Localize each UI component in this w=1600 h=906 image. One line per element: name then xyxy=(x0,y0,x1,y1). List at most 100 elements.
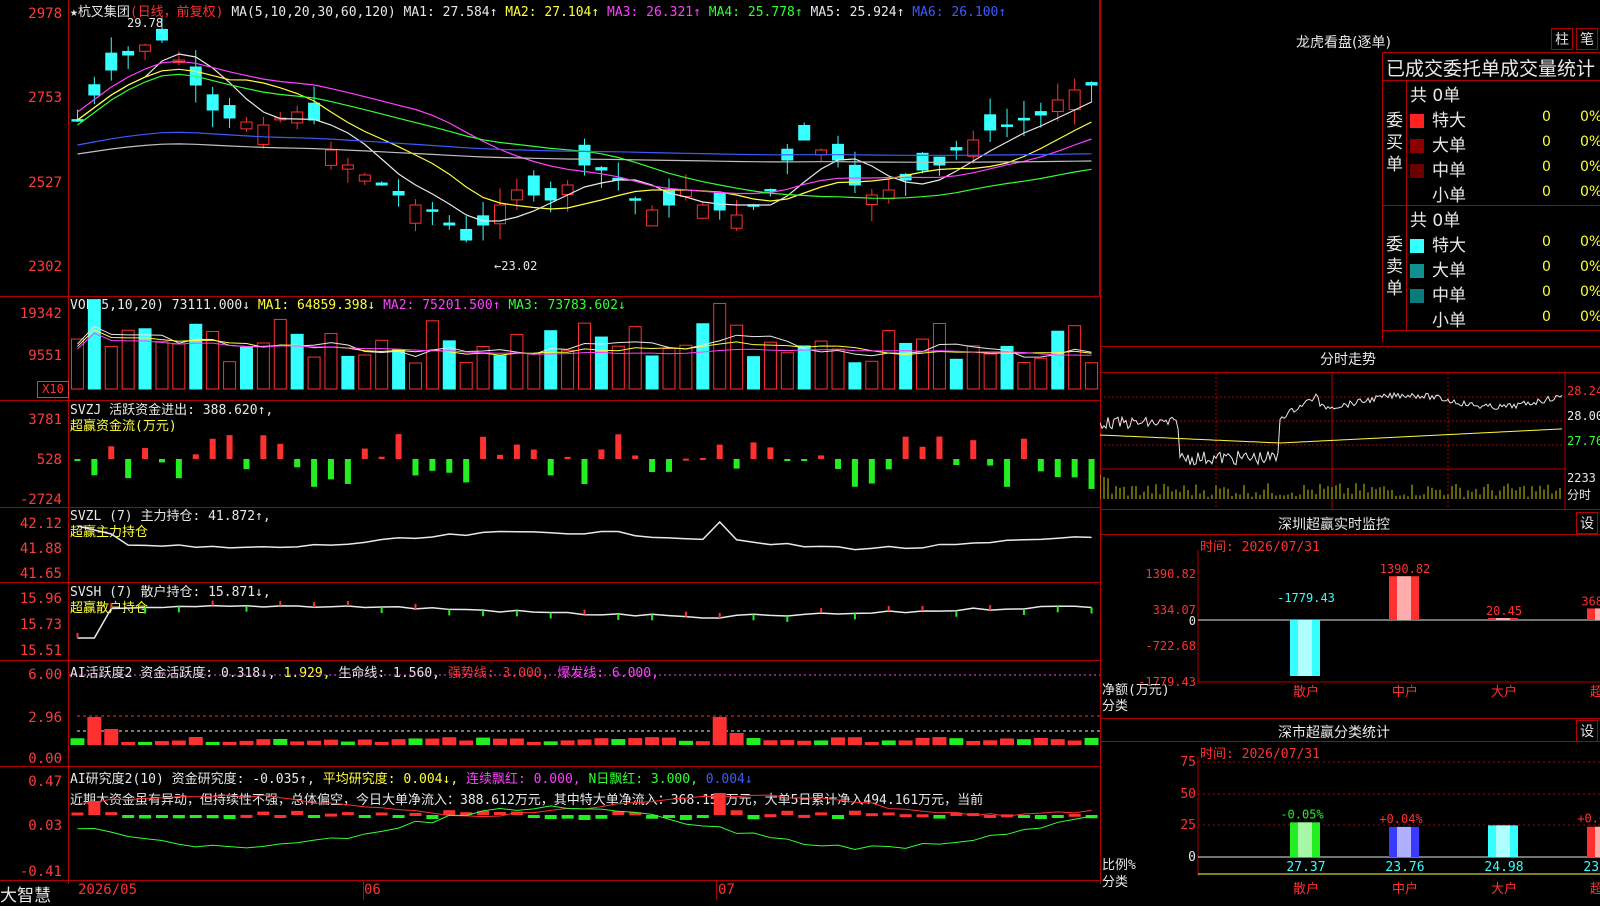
order-count: 0 xyxy=(1542,259,1551,275)
ratio-value: 23.89 xyxy=(1583,860,1600,875)
candlestick-chart[interactable]: 29.78 ←23.02 xyxy=(69,0,1100,296)
candle-body xyxy=(1068,89,1081,111)
sz-monitor-chart[interactable]: -1779.43 散户 1390.82 中户 20.45 大户 368.16 超大 1390.… xyxy=(1100,550,1600,718)
flow-bar xyxy=(378,456,385,459)
volume-bar xyxy=(713,302,727,390)
volume-bar xyxy=(459,361,473,390)
volume-bar xyxy=(341,355,355,390)
research-bar xyxy=(139,815,152,819)
research-bar xyxy=(578,815,591,820)
sz-side-label: 分类 xyxy=(1102,699,1128,714)
flow-bar xyxy=(632,455,639,459)
legend-swatch xyxy=(1410,264,1424,278)
svzj-chart[interactable] xyxy=(69,401,1100,507)
candle-body xyxy=(798,124,811,141)
sz-monitor-title: 深圳超赢实时监控 xyxy=(1278,517,1390,533)
candle-body xyxy=(865,194,878,206)
order-percent: 0% xyxy=(1580,109,1600,125)
activity-bar xyxy=(1084,737,1099,745)
candle-body xyxy=(950,147,963,151)
volume-bar xyxy=(780,352,794,390)
legend-swatch xyxy=(1410,139,1424,153)
sh-settings-button[interactable]: 设 xyxy=(1576,720,1598,742)
order-count: 0 xyxy=(1542,109,1551,125)
legend-swatch xyxy=(1410,314,1424,328)
activity-bar xyxy=(560,740,575,745)
volume-unit-badge: X10 xyxy=(37,381,69,398)
flow-bar xyxy=(1020,438,1027,459)
flow-bar xyxy=(818,455,825,459)
flow-bar xyxy=(784,459,791,461)
candle-body xyxy=(139,44,152,52)
research-bar xyxy=(561,815,574,819)
volume-bar xyxy=(307,356,321,390)
svsh-chart[interactable] xyxy=(69,583,1100,660)
flow-bar xyxy=(851,459,858,487)
category-label: 超大 xyxy=(1590,882,1600,897)
volume-chart[interactable] xyxy=(69,297,1100,400)
activity-bar xyxy=(492,738,507,745)
candle-body xyxy=(443,222,456,226)
sz-settings-button[interactable]: 设 xyxy=(1576,512,1598,534)
activity-bar xyxy=(543,741,558,745)
activity-bar xyxy=(780,740,795,745)
research-bar xyxy=(865,813,878,817)
order-count: 0 xyxy=(1542,184,1551,200)
intraday-label: 28.00 xyxy=(1567,409,1600,423)
activity-bar xyxy=(1050,739,1065,745)
sh-stats-chart[interactable]: -0.05% 27.37 散户 +0.04% 23.76 中户 24.98 大户 +0.01% 2… xyxy=(1100,756,1600,900)
volume-bar xyxy=(425,320,439,390)
pen-mode-button[interactable]: 笔 xyxy=(1576,28,1598,50)
candle-body xyxy=(933,156,946,166)
ratio-bar-highlight xyxy=(1496,825,1510,857)
research-bar xyxy=(493,812,506,816)
net-amount-bar-highlight xyxy=(1397,576,1411,620)
ratio-change-label: -0.05% xyxy=(1280,807,1324,821)
order-type-label: 小单 xyxy=(1432,311,1466,331)
order-percent: 0% xyxy=(1580,259,1600,275)
research-bar xyxy=(341,812,354,816)
candle-body xyxy=(984,114,997,131)
activity-bar xyxy=(645,737,660,745)
research-bar xyxy=(71,812,84,816)
flow-bar xyxy=(733,459,740,469)
activity-bar xyxy=(678,740,693,745)
order-stat-row: 特大 0 0% xyxy=(1410,106,1600,131)
order-type-label: 特大 xyxy=(1432,111,1466,131)
activity-bar xyxy=(611,739,626,745)
activity-bar xyxy=(408,738,423,745)
research-bar xyxy=(764,814,777,818)
volume-bar xyxy=(662,348,676,390)
ai-active-chart[interactable] xyxy=(69,661,1100,766)
flow-bar xyxy=(192,454,199,459)
research-bar xyxy=(781,810,794,815)
volume-bar xyxy=(628,326,642,390)
volume-bar xyxy=(1017,362,1031,390)
research-bar xyxy=(324,813,337,817)
volume-bar xyxy=(544,330,558,390)
intraday-label: 28.24 xyxy=(1567,384,1600,398)
activity-bar xyxy=(881,740,896,745)
flow-bar xyxy=(1037,459,1044,472)
research-bar xyxy=(984,814,997,818)
ai-research-chart[interactable] xyxy=(69,767,1100,880)
candle-body xyxy=(696,204,709,219)
candle-body xyxy=(375,182,388,186)
research-bar xyxy=(730,810,743,815)
candle-body xyxy=(730,214,743,229)
order-type-label: 特大 xyxy=(1432,236,1466,256)
candle-body xyxy=(578,144,591,166)
activity-bar xyxy=(205,741,220,745)
bar-mode-button[interactable]: 柱 xyxy=(1551,28,1573,50)
svzl-chart[interactable] xyxy=(69,508,1100,582)
candle-body xyxy=(88,84,101,96)
research-bar xyxy=(240,814,253,818)
order-count: 0 xyxy=(1542,234,1551,250)
activity-bar xyxy=(898,740,913,745)
research-bar xyxy=(1034,815,1047,820)
sh-y-label: 0 xyxy=(1188,850,1196,865)
flow-bar xyxy=(91,459,98,476)
order-percent: 0% xyxy=(1580,309,1600,325)
intraday-chart[interactable]: 28.24 28.00 27.76 2233 分时 xyxy=(1100,373,1600,509)
activity-bar xyxy=(864,741,879,745)
